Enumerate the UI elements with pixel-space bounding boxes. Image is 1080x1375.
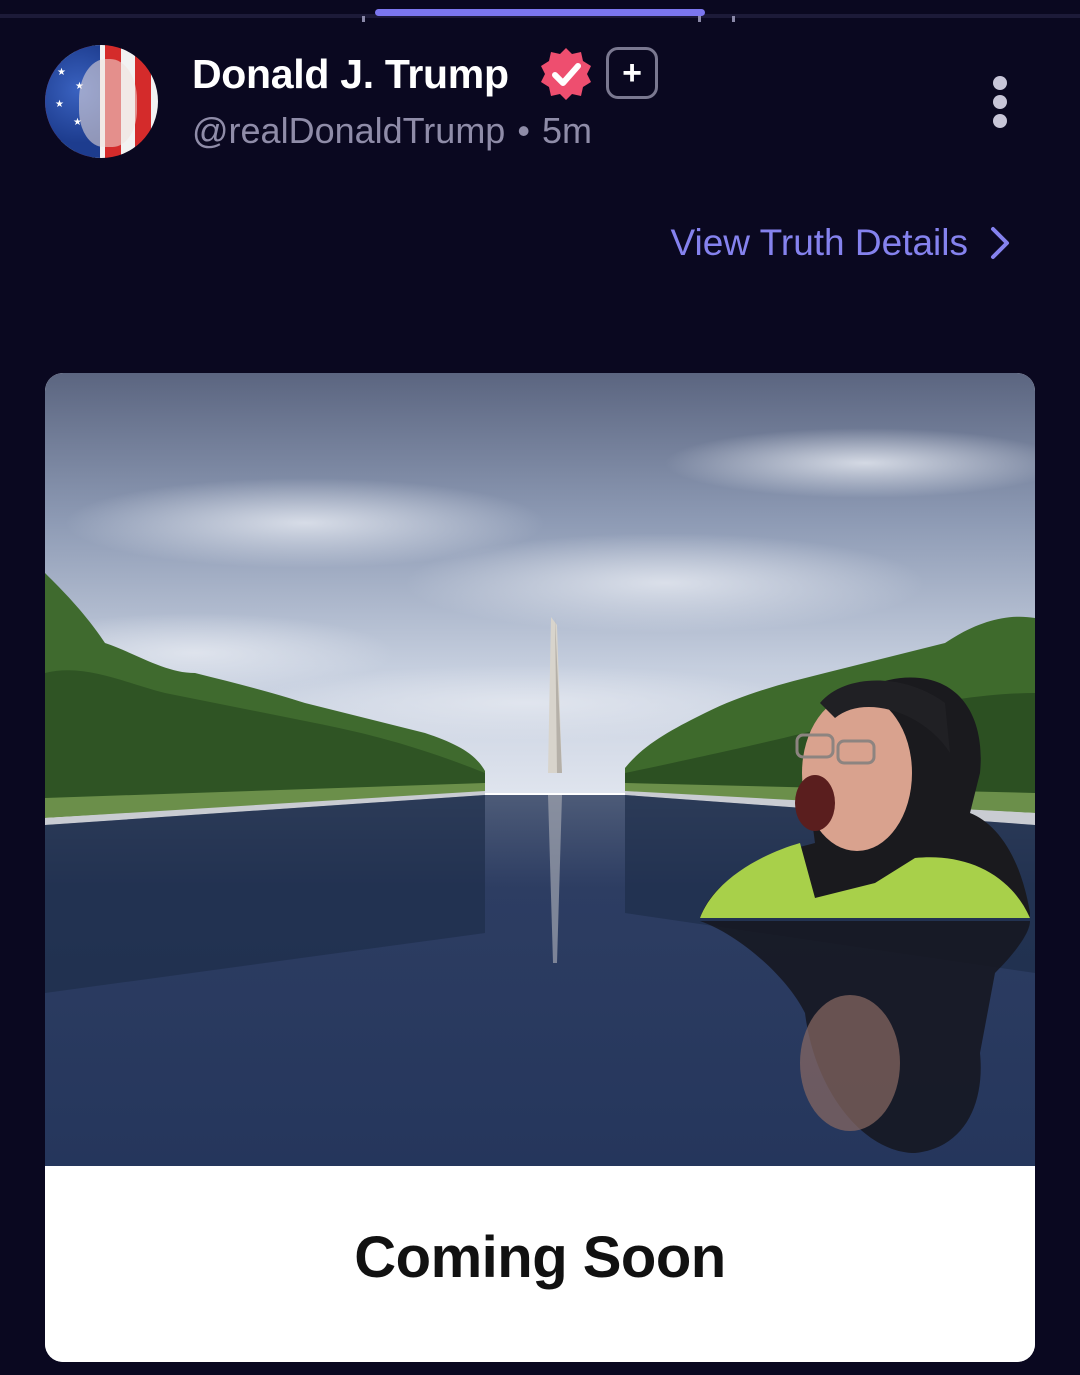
author-handle[interactable]: @realDonaldTrump (192, 110, 505, 151)
avatar[interactable]: ★ ★ ★ ★ (45, 45, 158, 158)
timestamp[interactable]: 5m (542, 110, 592, 151)
view-truth-details-link[interactable]: View Truth Details (671, 222, 1015, 264)
divider-tick (732, 16, 735, 22)
author-name[interactable]: Donald J. Trump (192, 51, 509, 98)
more-vertical-icon[interactable] (988, 76, 1012, 132)
divider-tick (362, 16, 365, 22)
view-details-label: View Truth Details (670, 222, 969, 263)
chevron-right-icon (991, 227, 1009, 259)
avatar-face (79, 59, 137, 147)
caption-text: Coming Soon (354, 1225, 726, 1290)
scroll-indicator (375, 9, 705, 16)
plus-badge[interactable]: + (606, 47, 658, 99)
verified-badge-icon (541, 48, 591, 100)
divider-tick (698, 16, 701, 22)
caption-panel: Coming Soon (45, 1166, 1035, 1362)
handle-line: @realDonaldTrump • 5m (192, 110, 592, 152)
reflecting-pool-image[interactable] (45, 373, 1035, 1166)
plus-icon: + (622, 54, 642, 92)
media-card[interactable]: Coming Soon (45, 373, 1035, 1362)
separator: • (517, 110, 530, 151)
